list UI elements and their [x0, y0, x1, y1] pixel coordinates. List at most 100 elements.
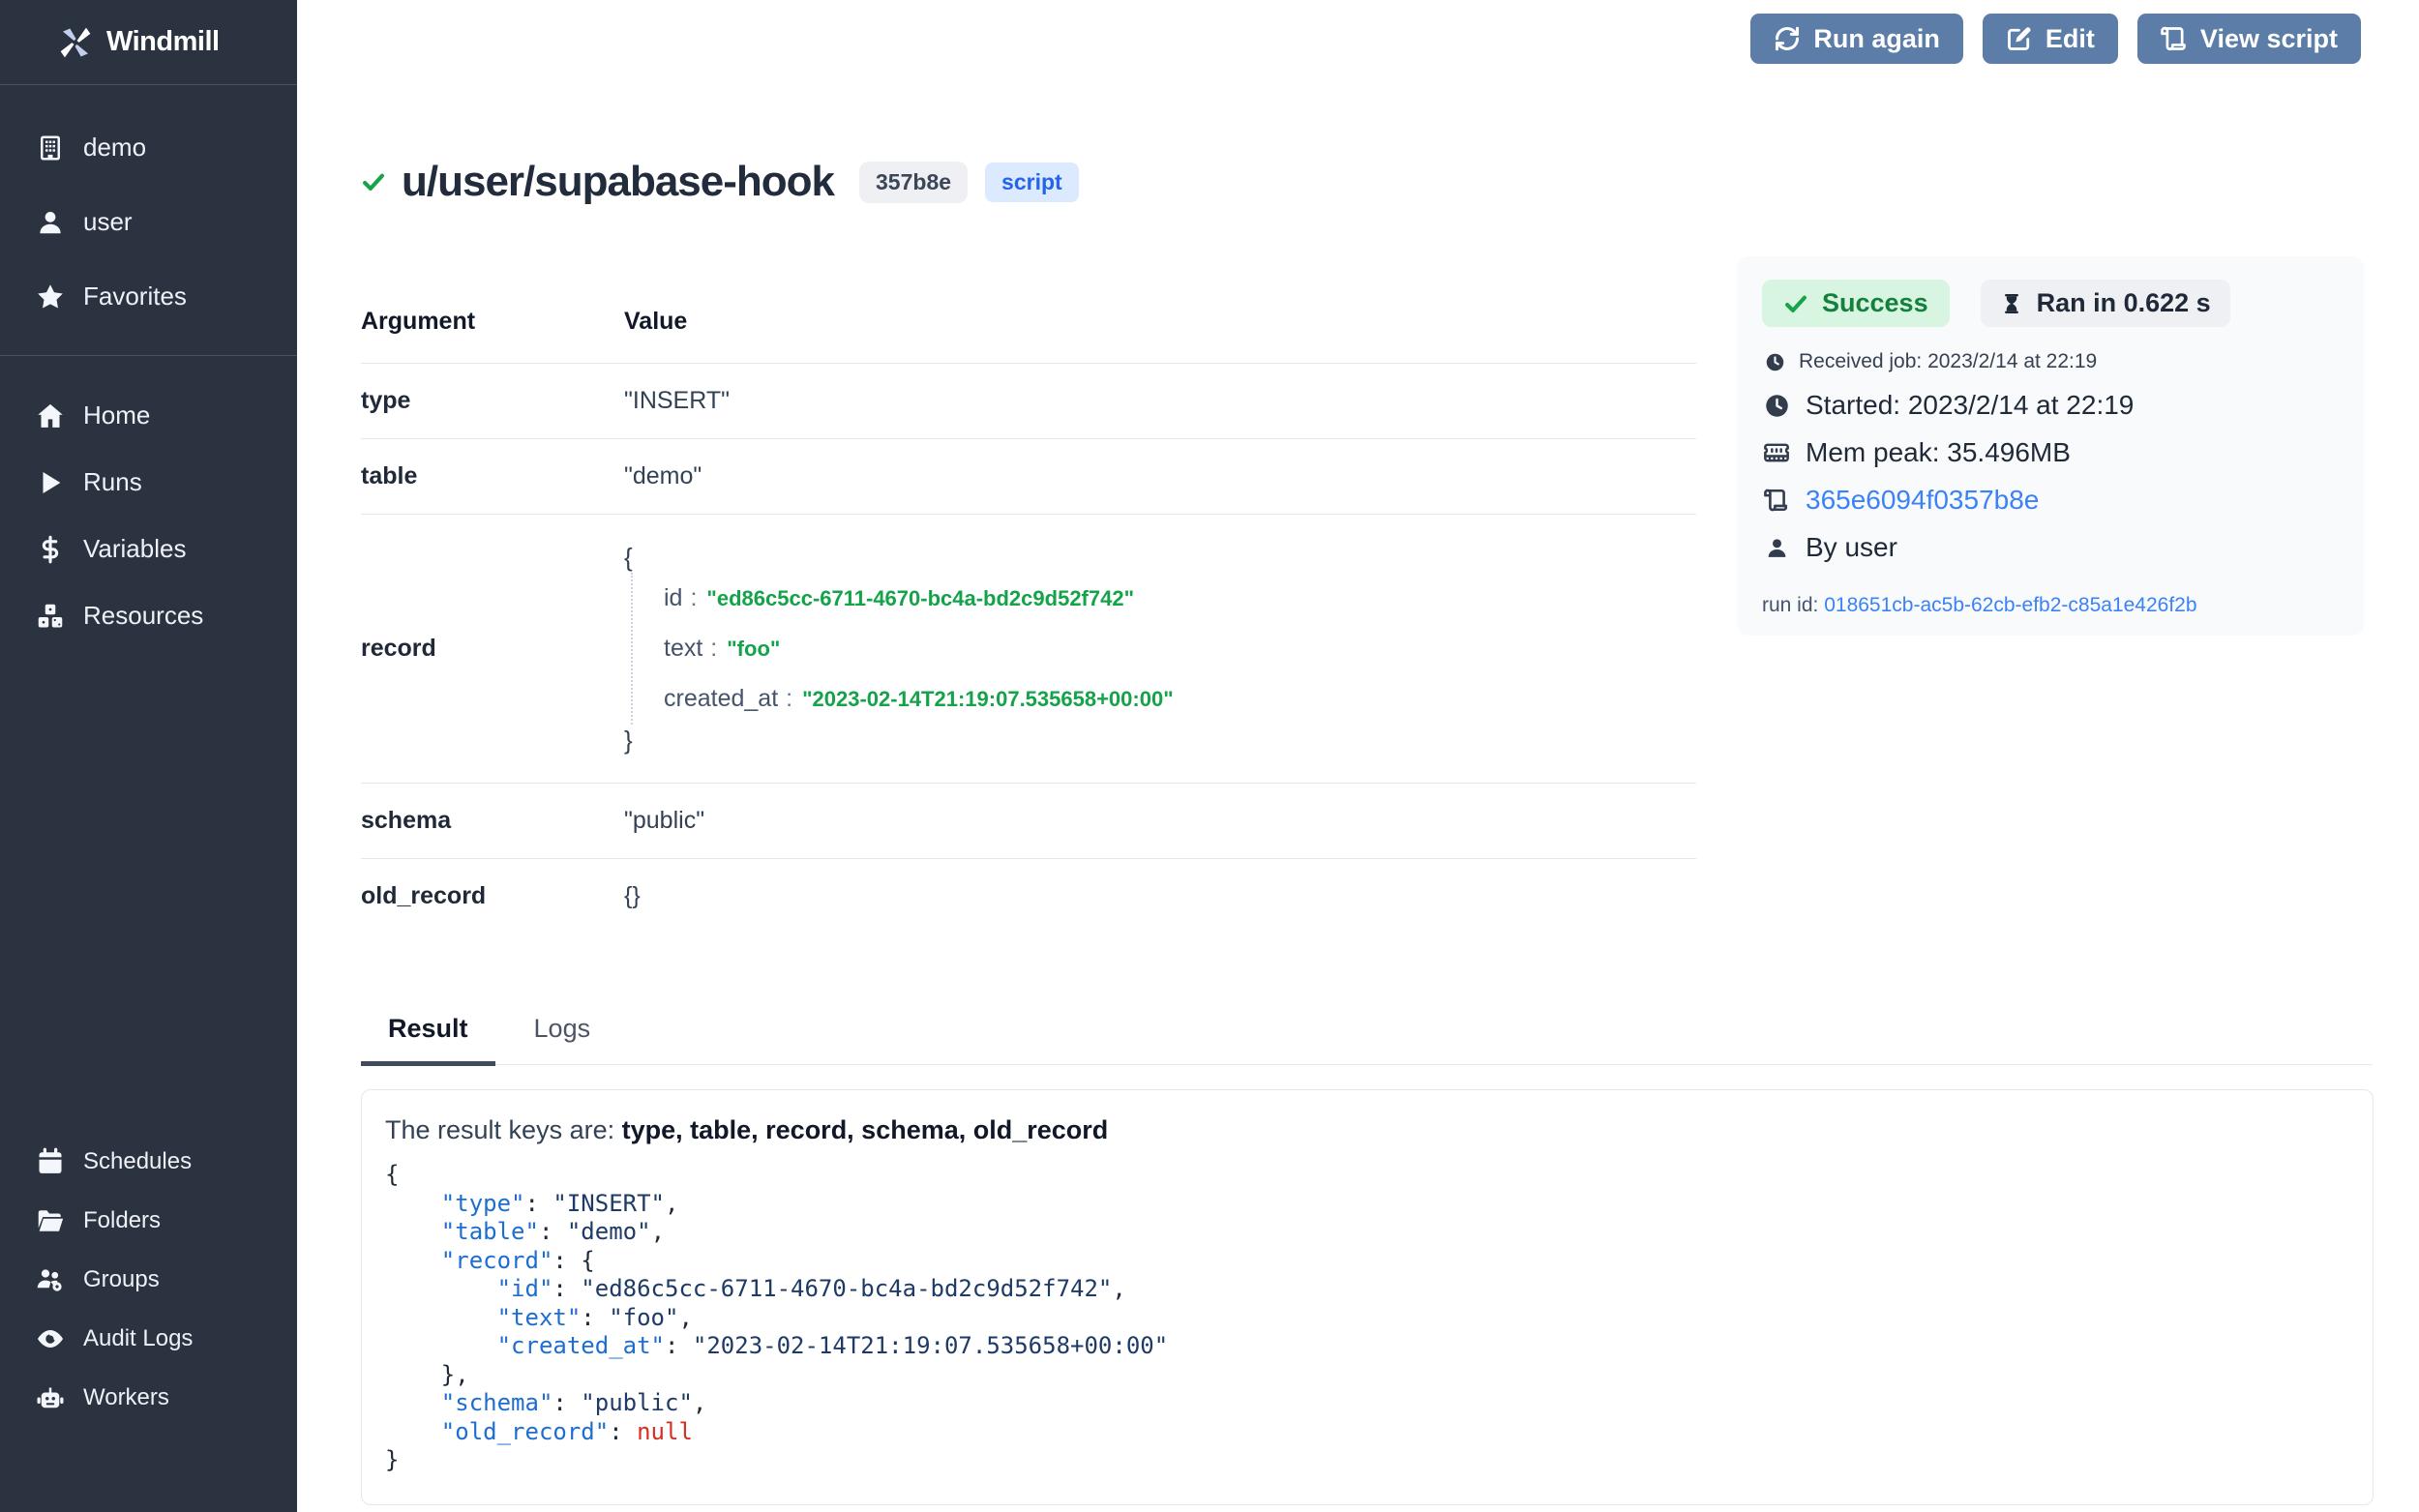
- clock-icon: [1762, 393, 1791, 419]
- by-user-text: By user: [1806, 532, 1897, 563]
- object-fields: id:"ed86c5cc-6711-4670-bc4a-bd2c9d52f742…: [631, 573, 1696, 725]
- sidebar-item-groups[interactable]: Groups: [0, 1250, 297, 1309]
- field-colon: :: [778, 685, 802, 713]
- argument-value: {}: [624, 882, 1696, 910]
- button-label: Run again: [1813, 24, 1940, 54]
- argument-row-schema: schema"public": [361, 783, 1696, 858]
- tab-logs[interactable]: Logs: [507, 1014, 618, 1064]
- sidebar-item-label: Workers: [83, 1384, 169, 1411]
- field-colon: :: [682, 584, 706, 612]
- object-field-text: text:"foo": [664, 635, 1696, 663]
- field-key: id: [664, 584, 682, 612]
- person-icon: [1762, 536, 1791, 560]
- argument-value: {id:"ed86c5cc-6711-4670-bc4a-bd2c9d52f74…: [624, 538, 1696, 759]
- object-field-created-at: created_at:"2023-02-14T21:19:07.535658+0…: [664, 685, 1696, 713]
- sidebar-item-runs[interactable]: Runs: [0, 449, 297, 516]
- calendar-icon: [35, 1147, 66, 1176]
- run-details-panel: Success Ran in 0.622 s Received job: 202…: [1737, 256, 2364, 636]
- run-id-label: run id:: [1762, 594, 1818, 616]
- object-open-brace: {: [624, 542, 1696, 573]
- toolbar: Run again Edit View script: [1750, 14, 2361, 64]
- arguments-table-header: Argument Value: [361, 308, 1696, 363]
- sidebar-workspace-group: demo user Favorites: [0, 85, 297, 356]
- status-label: Success: [1822, 288, 1928, 318]
- sidebar-item-label: Favorites: [83, 282, 187, 311]
- sidebar-item-label: user: [83, 207, 133, 237]
- arguments-rows: type"INSERT"table"demo"record{id:"ed86c5…: [361, 363, 1696, 934]
- memory-icon: [1762, 439, 1791, 466]
- sidebar-item-label: Groups: [83, 1266, 160, 1293]
- groups-icon: [35, 1265, 66, 1294]
- sidebar-item-demo[interactable]: demo: [0, 110, 297, 185]
- sidebar-item-label: Folders: [83, 1207, 161, 1234]
- sidebar-item-label: Home: [83, 400, 150, 430]
- argument-row-table: table"demo": [361, 438, 1696, 514]
- argument-value: "demo": [624, 462, 1696, 490]
- windmill-logo-icon: [56, 23, 95, 62]
- tab-result[interactable]: Result: [361, 1014, 495, 1066]
- windmill-logo[interactable]: Windmill: [0, 0, 297, 85]
- page-title: u/user/supabase-hook: [402, 158, 834, 206]
- sidebar-item-folders[interactable]: Folders: [0, 1191, 297, 1250]
- started-text: Started: 2023/2/14 at 22:19: [1806, 390, 2134, 421]
- main-content: Run again Edit View script u/user/supabase…: [297, 0, 2419, 1512]
- kind-badge: script: [985, 163, 1079, 202]
- app-name: Windmill: [106, 26, 220, 58]
- sidebar-nav-group: Home Runs Variables Resources: [0, 356, 297, 649]
- column-value: Value: [624, 308, 1696, 336]
- sidebar-item-variables[interactable]: Variables: [0, 516, 297, 582]
- received-job-text: Received job: 2023/2/14 at 22:19: [1799, 350, 2097, 373]
- argument-row-old-record: old_record{}: [361, 858, 1696, 934]
- building-icon: [35, 133, 66, 163]
- home-icon: [35, 401, 66, 430]
- field-value: "foo": [727, 637, 780, 662]
- sidebar-item-label: Resources: [83, 601, 203, 631]
- column-argument: Argument: [361, 308, 624, 336]
- sidebar-item-label: Runs: [83, 467, 142, 497]
- status-row: Success Ran in 0.622 s: [1762, 280, 2339, 327]
- sidebar-item-resources[interactable]: Resources: [0, 582, 297, 649]
- clock-icon: [1762, 352, 1787, 372]
- sidebar-item-label: Variables: [83, 534, 186, 564]
- sidebar-item-schedules[interactable]: Schedules: [0, 1132, 297, 1191]
- run-id-link[interactable]: 018651cb-ac5b-62cb-efb2-c85a1e426f2b: [1824, 594, 2196, 616]
- field-colon: :: [702, 635, 727, 663]
- scroll-icon: [1762, 488, 1791, 513]
- run-again-button[interactable]: Run again: [1750, 14, 1963, 64]
- check-icon: [1783, 291, 1808, 316]
- script-hash-link[interactable]: 365e6094f0357b8e: [1806, 485, 2039, 516]
- sidebar-item-label: Audit Logs: [83, 1325, 193, 1352]
- duration-badge: Ran in 0.622 s: [1981, 280, 2230, 327]
- received-job-line: Received job: 2023/2/14 at 22:19: [1762, 350, 2339, 373]
- bot-icon: [35, 1383, 66, 1412]
- folder-icon: [35, 1206, 66, 1235]
- argument-name: type: [361, 387, 624, 415]
- view-script-button[interactable]: View script: [2137, 14, 2361, 64]
- scroll-icon: [2161, 25, 2188, 52]
- boxes-icon: [35, 602, 66, 631]
- sidebar-item-home[interactable]: Home: [0, 382, 297, 449]
- result-keys-line: The result keys are: type, table, record…: [385, 1115, 2349, 1145]
- hourglass-icon: [2000, 292, 2023, 315]
- sidebar-item-user[interactable]: user: [0, 185, 297, 259]
- dollar-icon: [35, 535, 66, 564]
- success-check-icon: [361, 169, 386, 194]
- sidebar-item-audit-logs[interactable]: Audit Logs: [0, 1309, 297, 1368]
- status-badge: Success: [1762, 280, 1950, 327]
- star-icon: [35, 282, 66, 311]
- sidebar-item-workers[interactable]: Workers: [0, 1368, 297, 1427]
- sidebar-item-label: Schedules: [83, 1148, 192, 1175]
- field-key: created_at: [664, 685, 778, 713]
- sidebar-bottom-group: Schedules Folders Groups Audit Logs Workers: [0, 1132, 297, 1512]
- result-keys-list: type, table, record, schema, old_record: [622, 1115, 1109, 1144]
- edit-icon: [2006, 25, 2033, 52]
- object-close-brace: }: [624, 725, 1696, 756]
- mem-peak-text: Mem peak: 35.496MB: [1806, 437, 2071, 468]
- run-id-line: run id: 018651cb-ac5b-62cb-efb2-c85a1e42…: [1762, 594, 2339, 617]
- refresh-icon: [1774, 25, 1801, 52]
- mem-peak-line: Mem peak: 35.496MB: [1762, 437, 2339, 468]
- sidebar-item-favorites[interactable]: Favorites: [0, 259, 297, 334]
- edit-button[interactable]: Edit: [1983, 14, 2118, 64]
- eye-icon: [35, 1324, 66, 1353]
- script-hash-line: 365e6094f0357b8e: [1762, 485, 2339, 516]
